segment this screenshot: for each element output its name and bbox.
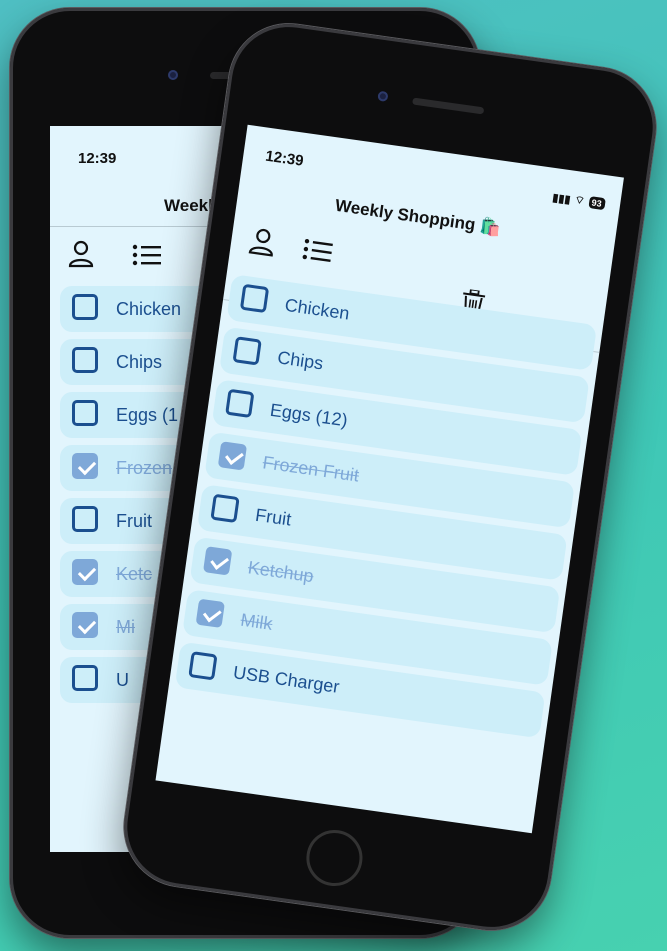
list-icon[interactable]: [301, 238, 334, 269]
item-label: Chicken: [283, 294, 351, 324]
home-button[interactable]: [302, 826, 367, 890]
signal-icon: ▮▮▮: [551, 191, 572, 206]
checkbox[interactable]: [188, 651, 218, 681]
checkbox[interactable]: [72, 294, 98, 320]
camera-icon: [377, 90, 389, 102]
checked-checkbox[interactable]: [217, 441, 248, 471]
person-icon[interactable]: [68, 240, 94, 273]
item-label: Ketchup: [246, 557, 315, 587]
item-label: Eggs (1: [116, 405, 179, 425]
status-time: 12:39: [78, 150, 117, 167]
item-list: Chicken Chips Eggs (12) Frozen Fruit Fruit Ke…: [174, 274, 598, 745]
item-label: Fruit: [116, 511, 152, 531]
speaker: [412, 97, 485, 115]
checked-checkbox[interactable]: [72, 453, 98, 479]
item-label: Chicken: [116, 299, 182, 319]
item-label: Frozen: [116, 458, 173, 478]
checkbox[interactable]: [239, 283, 270, 314]
item-label: Chips: [116, 352, 163, 372]
page-title: Weekly Shopping 🛍️: [334, 196, 502, 239]
person-icon[interactable]: [247, 226, 277, 262]
item-label: U: [116, 670, 129, 690]
battery-icon: 93: [587, 196, 606, 211]
checkbox[interactable]: [72, 400, 98, 426]
checked-checkbox[interactable]: [72, 612, 98, 638]
checked-checkbox[interactable]: [195, 598, 225, 628]
item-label: Eggs (12): [268, 399, 349, 431]
item-label: Frozen Fruit: [261, 452, 361, 486]
checkbox[interactable]: [210, 493, 240, 524]
item-label: Ketc: [116, 564, 153, 584]
shopping-bags-icon: 🛍️: [478, 216, 503, 238]
camera-icon: [168, 70, 178, 80]
item-label: Fruit: [254, 504, 293, 530]
item-label: USB Charger: [231, 662, 341, 697]
checked-checkbox[interactable]: [72, 559, 98, 585]
checkbox[interactable]: [225, 388, 255, 419]
wifi-icon: ⌔: [573, 194, 586, 208]
list-icon[interactable]: [132, 244, 162, 271]
item-label: Milk: [239, 609, 274, 634]
front-screen: 12:39 ▮▮▮ ⌔ 93 Weekly Shopping 🛍️ Chicke…: [155, 124, 624, 834]
item-label: Chips: [276, 347, 325, 374]
checkbox[interactable]: [72, 506, 98, 532]
checkbox[interactable]: [72, 665, 98, 691]
page-title-text: Weekly Shopping: [333, 195, 477, 235]
checkbox[interactable]: [72, 347, 98, 373]
status-time: 12:39: [264, 147, 305, 170]
status-icons: ▮▮▮ ⌔ 93: [552, 190, 606, 211]
item-label: Mi: [116, 617, 135, 637]
checked-checkbox[interactable]: [202, 546, 233, 576]
checkbox[interactable]: [232, 336, 262, 366]
